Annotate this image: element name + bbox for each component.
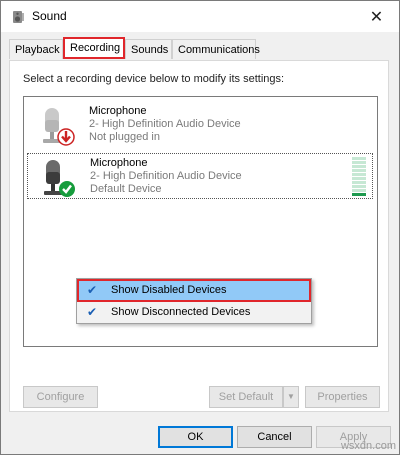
level-segment	[352, 161, 366, 164]
checkmark-icon: ✔	[86, 305, 98, 319]
tab-recording[interactable]: Recording	[63, 37, 125, 59]
window-title: Sound	[32, 9, 67, 23]
device-status: Not plugged in	[89, 131, 160, 143]
microphone-icon	[44, 160, 75, 197]
configure-button[interactable]: Configure	[23, 386, 98, 408]
set-default-button[interactable]: Set Default	[209, 386, 283, 408]
device-item-microphone-default[interactable]: Microphone 2- High Definition Audio Devi…	[27, 153, 373, 199]
device-driver: 2- High Definition Audio Device	[89, 118, 241, 130]
level-segment	[352, 157, 366, 160]
close-icon: ✕	[369, 8, 384, 26]
device-name: Microphone	[90, 157, 148, 169]
device-item-microphone-unplugged[interactable]: Microphone 2- High Definition Audio Devi…	[27, 102, 373, 148]
recording-panel: Select a recording device below to modif…	[9, 60, 389, 412]
level-segment	[352, 169, 366, 172]
context-menu: ✔ Show Disabled Devices ✔ Show Disconnec…	[76, 278, 312, 324]
device-name: Microphone	[89, 105, 147, 117]
properties-button-label: Properties	[317, 391, 368, 403]
menu-item-show-disabled-devices[interactable]: ✔ Show Disabled Devices	[77, 279, 311, 302]
device-status: Default Device	[90, 183, 162, 195]
microphone-icon	[43, 108, 75, 146]
tab-communications[interactable]: Communications	[172, 39, 260, 59]
level-meter	[352, 157, 366, 197]
tab-playback[interactable]: Playback	[9, 39, 63, 59]
device-driver: 2- High Definition Audio Device	[90, 170, 242, 182]
cancel-button[interactable]: Cancel	[237, 426, 312, 448]
checkmark-icon: ✔	[86, 283, 98, 297]
menu-item-label: Show Disabled Devices	[111, 284, 227, 296]
level-segment	[352, 165, 366, 168]
title-bar: Sound ✕	[1, 1, 399, 32]
level-segment	[352, 173, 366, 176]
speaker-icon	[13, 11, 24, 23]
menu-item-label: Show Disconnected Devices	[111, 306, 251, 318]
level-segment	[352, 177, 366, 180]
level-segment	[352, 189, 366, 192]
ok-button-label: OK	[187, 431, 204, 443]
watermark: wsxdn.com	[340, 440, 396, 452]
cancel-button-label: Cancel	[257, 431, 292, 443]
sound-dialog: Sound ✕ Playback Recording Sounds Commun…	[0, 0, 400, 455]
ok-button[interactable]: OK	[158, 426, 233, 448]
chevron-down-icon: ▼	[287, 392, 295, 401]
configure-button-label: Configure	[36, 391, 85, 403]
tab-sounds[interactable]: Sounds	[125, 39, 172, 59]
level-segment	[352, 193, 366, 196]
properties-button[interactable]: Properties	[305, 386, 380, 408]
level-segment	[352, 185, 366, 188]
close-button[interactable]: ✕	[354, 1, 399, 32]
set-default-button-label: Set Default	[218, 391, 274, 403]
level-segment	[352, 181, 366, 184]
menu-item-show-disconnected-devices[interactable]: ✔ Show Disconnected Devices	[78, 302, 310, 323]
instruction-text: Select a recording device below to modif…	[23, 73, 285, 85]
set-default-dropdown[interactable]: ▼	[283, 386, 299, 408]
